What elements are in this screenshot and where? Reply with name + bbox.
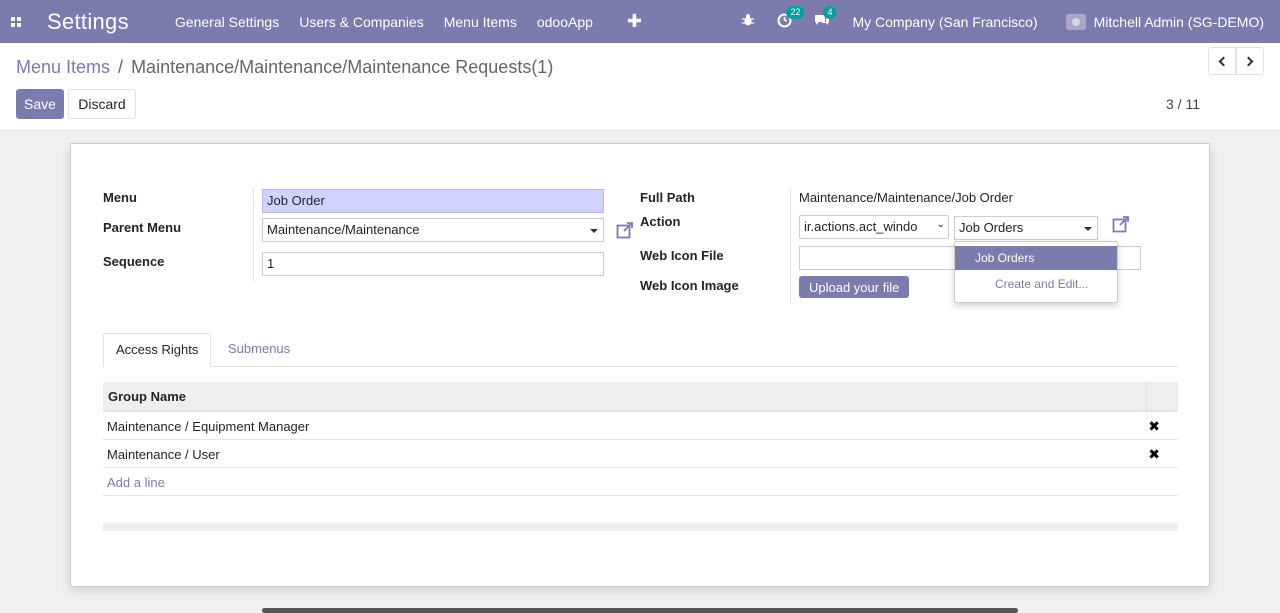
menu-users-companies[interactable]: Users & Companies [299,14,424,30]
menu-odooapp[interactable]: odooApp [537,14,593,30]
top-navbar: Settings General Settings Users & Compan… [0,0,1280,43]
pager-previous-button[interactable] [1208,47,1236,75]
breadcrumb-separator: / [118,57,124,77]
group-name-cell[interactable]: Maintenance / Equipment Manager [107,419,309,434]
right-group-divider [790,188,791,304]
add-line-row: Add a line [103,468,1178,496]
bug-icon[interactable] [741,13,755,30]
app-title[interactable]: Settings [47,9,129,35]
parent-menu-label: Parent Menu [103,220,182,235]
group-name-cell[interactable]: Maintenance / User [107,447,220,462]
column-divider [1146,382,1147,410]
save-button[interactable]: Save [16,89,64,119]
tab-submenus[interactable]: Submenus [216,333,302,367]
table-footer [103,523,1178,531]
sequence-input[interactable]: 1 [262,252,604,276]
chevron-right-icon [1243,56,1254,66]
activity-count-badge: 22 [786,5,805,19]
breadcrumb-current: Maintenance/Maintenance/Maintenance Requ… [131,57,554,77]
action-select[interactable]: Job Orders [954,216,1098,240]
pager-next-button[interactable] [1236,47,1264,75]
action-type-value: ir.actions.act_windo [804,219,918,234]
action-value: Job Orders [959,220,1024,235]
full-path-label: Full Path [640,190,695,205]
discard-button[interactable]: Discard [68,89,136,119]
web-icon-file-label: Web Icon File [640,248,724,263]
user-menu[interactable]: Mitchell Admin (SG-DEMO) [1065,13,1264,30]
chevron-down-icon [590,229,598,233]
full-path-value: Maintenance/Maintenance/Job Order [799,190,1013,205]
control-panel: Menu Items / Maintenance/Maintenance/Maint… [0,43,1280,131]
add-line-link[interactable]: Add a line [107,475,165,490]
company-switcher[interactable]: My Company (San Francisco) [852,14,1037,30]
table-row[interactable]: Maintenance / User ✖ [103,440,1178,468]
chevron-down-icon: ⌄ [936,219,945,230]
action-autocomplete-dropdown: Job Orders Create and Edit... [954,241,1118,303]
menu-general-settings[interactable]: General Settings [175,14,279,30]
chat-icon[interactable]: 4 [814,6,837,30]
external-link-icon[interactable] [616,221,634,239]
parent-menu-select[interactable]: Maintenance/Maintenance [262,218,604,242]
web-icon-image-label: Web Icon Image [640,278,739,293]
menu-label: Menu [103,190,137,205]
pager-counter[interactable]: 3 / 11 [1166,96,1200,112]
avatar [1065,13,1086,30]
apps-grid-icon[interactable] [0,0,32,43]
chevron-left-icon [1218,56,1229,66]
tab-access-rights[interactable]: Access Rights [103,333,212,367]
chevron-down-icon [1084,227,1092,231]
plus-icon[interactable]: ✚ [627,11,642,32]
dropdown-item-create-and-edit[interactable]: Create and Edit... [955,272,1117,296]
external-link-icon[interactable] [1112,215,1130,233]
dropdown-item-job-orders[interactable]: Job Orders [955,246,1117,270]
menu-name-input[interactable]: Job Order [262,189,604,213]
action-type-select[interactable]: ir.actions.act_windo ⌄ [799,215,949,239]
breadcrumb-menu-items[interactable]: Menu Items [16,57,110,77]
left-group-divider [253,188,254,282]
parent-menu-value: Maintenance/Maintenance [267,222,420,237]
menu-menu-items[interactable]: Menu Items [444,14,517,30]
times-icon[interactable]: ✖ [1148,418,1160,435]
form-sheet: Menu Parent Menu Sequence Job Order Main… [70,143,1210,587]
messages-count-badge: 4 [823,6,837,19]
table-header: Group Name [103,382,1178,412]
table-row[interactable]: Maintenance / Equipment Manager ✖ [103,412,1178,440]
clock-icon[interactable]: 22 [777,5,805,31]
times-icon[interactable]: ✖ [1148,446,1160,463]
breadcrumb: Menu Items / Maintenance/Maintenance/Maint… [16,57,553,78]
column-header-group-name[interactable]: Group Name [108,389,186,404]
sequence-label: Sequence [103,254,165,269]
upload-file-button[interactable]: Upload your file [799,276,910,298]
notebook-tabs: Access Rights Submenus [103,333,1178,367]
user-name: Mitchell Admin (SG-DEMO) [1093,13,1264,30]
horizontal-scrollbar[interactable] [262,608,1018,613]
action-label: Action [640,214,681,229]
